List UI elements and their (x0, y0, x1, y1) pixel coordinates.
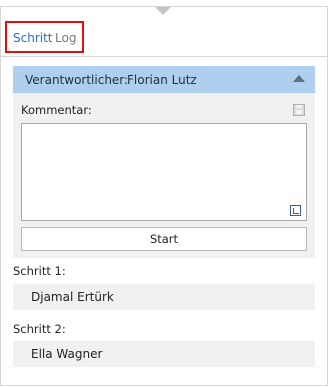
step-1-name: Djamal Ertürk (31, 290, 114, 304)
assignee-label: Verantwortlicher: (25, 73, 129, 87)
comment-label: Kommentar: (21, 103, 92, 117)
step-1-label: Schritt 1: (13, 264, 66, 278)
save-icon[interactable] (293, 104, 305, 116)
start-button[interactable]: Start (21, 227, 307, 251)
top-strip (0, 0, 328, 7)
expand-icon[interactable] (290, 205, 301, 216)
comment-panel: Kommentar: Start (13, 93, 315, 258)
chevron-up-icon[interactable] (293, 75, 305, 82)
assignee-header[interactable]: Verantwortlicher: Florian Lutz (13, 66, 315, 93)
triangle-down-icon[interactable] (155, 7, 171, 15)
tab-schritt[interactable]: Schritt (13, 31, 53, 45)
step-1-box: Djamal Ertürk (13, 284, 315, 310)
step-2-label: Schritt 2: (13, 322, 66, 336)
tabs-divider (0, 56, 328, 57)
tab-log[interactable]: Log (55, 31, 76, 45)
step-2-box: Ella Wagner (13, 341, 315, 367)
step-2-name: Ella Wagner (31, 347, 103, 361)
assignee-name: Florian Lutz (127, 73, 197, 87)
tab-bar: Schritt Log (5, 21, 84, 53)
comment-field[interactable] (21, 123, 307, 221)
